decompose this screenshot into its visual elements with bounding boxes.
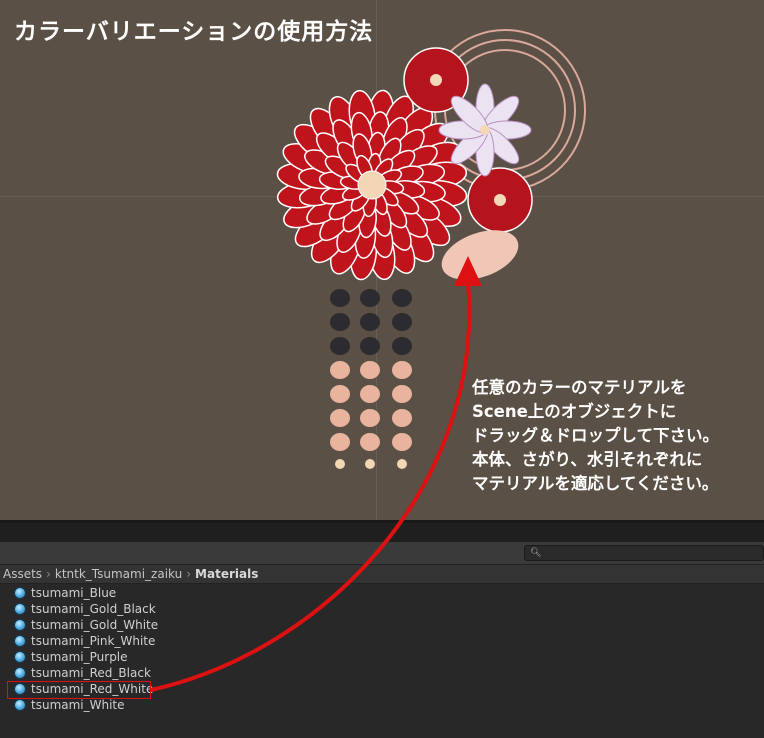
scene-view[interactable]: カラーバリエーションの使用方法 任意のカラーのマテリアルを Scene上のオブジ… bbox=[0, 0, 764, 520]
list-item[interactable]: tsumami_Gold_White bbox=[14, 617, 158, 633]
list-item[interactable]: tsumami_Gold_Black bbox=[14, 601, 158, 617]
list-item[interactable]: tsumami_Blue bbox=[14, 585, 158, 601]
item-label: tsumami_Pink_White bbox=[31, 634, 156, 648]
item-label: tsumami_White bbox=[31, 698, 125, 712]
list-item[interactable]: tsumami_White bbox=[14, 697, 158, 713]
list-item[interactable]: tsumami_Red_Black bbox=[14, 665, 158, 681]
instruction-text: 任意のカラーのマテリアルを Scene上のオブジェクトに ドラッグ＆ドロップして… bbox=[472, 378, 720, 493]
breadcrumb-current[interactable]: Materials bbox=[195, 567, 258, 581]
page-title: カラーバリエーションの使用方法 bbox=[14, 19, 374, 45]
material-icon bbox=[14, 651, 26, 663]
search-icon: 🔍︎ bbox=[530, 548, 542, 558]
breadcrumb: Assets › ktntk_Tsumami_zaiku › Materials bbox=[0, 564, 764, 584]
material-icon bbox=[14, 699, 26, 711]
material-icon bbox=[14, 587, 26, 599]
material-icon bbox=[14, 635, 26, 647]
selection-highlight bbox=[7, 681, 151, 699]
panel-divider[interactable] bbox=[0, 520, 764, 542]
item-label: tsumami_Red_Black bbox=[31, 666, 151, 680]
chevron-right-icon: › bbox=[46, 567, 51, 581]
list-item[interactable]: tsumami_Pink_White bbox=[14, 633, 158, 649]
list-item[interactable]: tsumami_Purple bbox=[14, 649, 158, 665]
item-label: tsumami_Gold_Black bbox=[31, 602, 156, 616]
breadcrumb-assets[interactable]: Assets bbox=[3, 567, 42, 581]
material-icon bbox=[14, 667, 26, 679]
item-label: tsumami_Blue bbox=[31, 586, 117, 600]
item-label: tsumami_Purple bbox=[31, 650, 128, 664]
breadcrumb-folder[interactable]: ktntk_Tsumami_zaiku bbox=[55, 567, 182, 581]
material-icon bbox=[14, 619, 26, 631]
item-label: tsumami_Gold_White bbox=[31, 618, 159, 632]
material-icon bbox=[14, 603, 26, 615]
chevron-right-icon: › bbox=[186, 567, 192, 581]
search-input[interactable]: 🔍︎ bbox=[524, 545, 764, 561]
